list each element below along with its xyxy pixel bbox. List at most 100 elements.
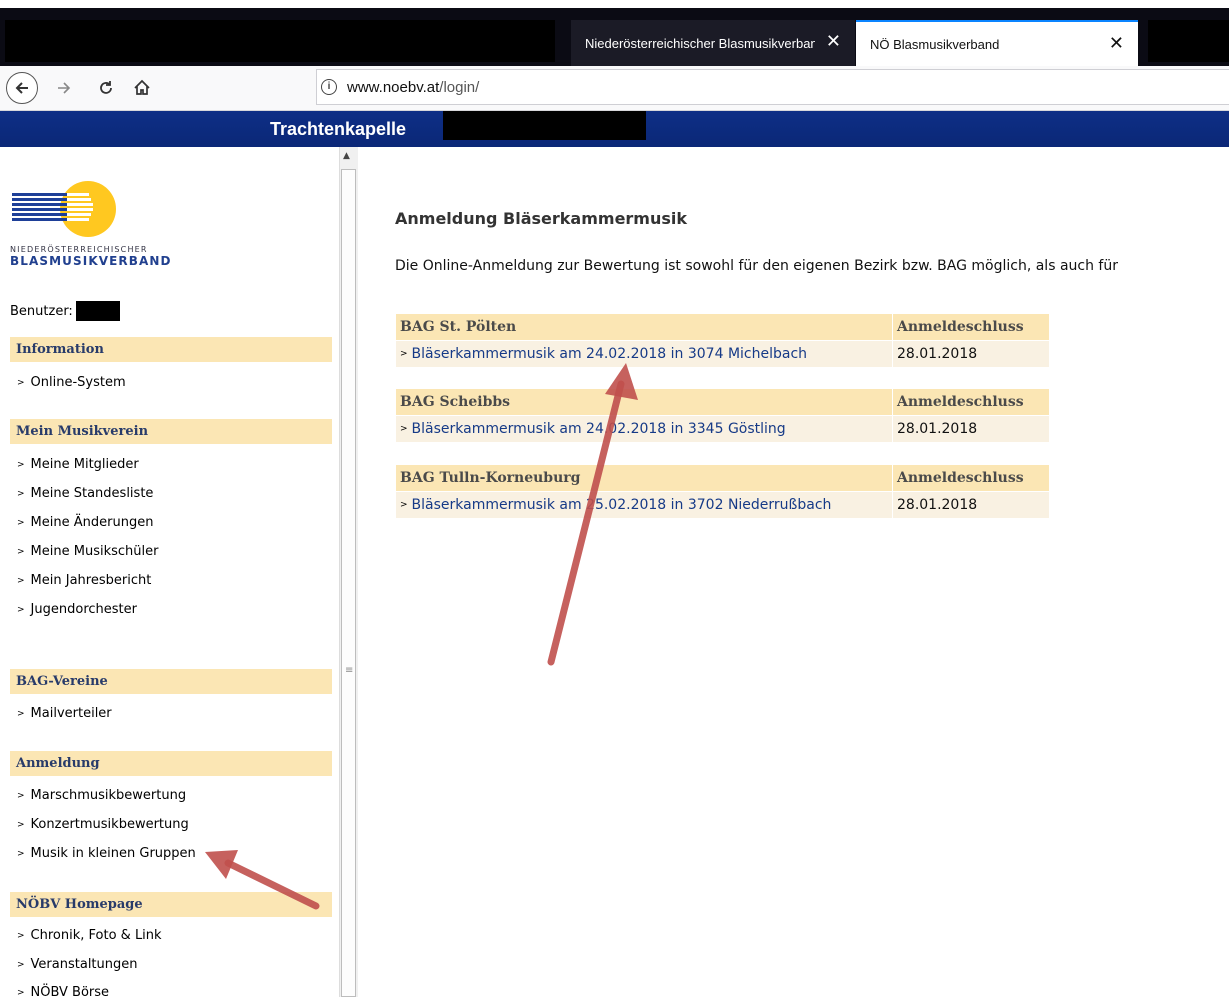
reload-icon[interactable]	[92, 74, 120, 102]
event-link[interactable]: > Bläserkammermusik am 24.02.2018 in 3345…	[396, 416, 892, 442]
browser-tab-2-active[interactable]: NÖ Blasmusikverband ✕	[856, 20, 1138, 66]
sidebar: NIEDERÖSTERREICHISCHER BLASMUSIKVERBAND …	[0, 147, 340, 1000]
bullet-arrow-icon: >	[17, 547, 25, 557]
sidebar-item-label: Mailverteiler	[30, 706, 112, 721]
sidebar-item-musik-in-kleinen-gruppen[interactable]: > Musik in kleinen Gruppen	[17, 846, 196, 861]
bag-table-tulln-korneuburg: BAG Tulln-Korneuburg Anmeldeschluss > Blä…	[395, 464, 1050, 519]
redacted-area	[5, 20, 555, 62]
bullet-arrow-icon: >	[17, 460, 25, 470]
logo-text-line1: NIEDERÖSTERREICHISCHER	[10, 245, 148, 254]
address-bar[interactable]: i www.noebv.at/login/	[316, 69, 1229, 105]
bag-name: BAG St. Pölten	[396, 314, 892, 340]
bag-table-st-poelten: BAG St. Pölten Anmeldeschluss > Bläserkam…	[395, 313, 1050, 368]
section-noebv-homepage: NÖBV Homepage	[10, 892, 332, 917]
sidebar-item-label: Chronik, Foto & Link	[30, 928, 162, 943]
window-top-strip	[0, 0, 1229, 8]
url-host: www.noebv.at	[347, 78, 440, 96]
site-title: Trachtenkapelle	[270, 119, 407, 139]
sidebar-item-label: Online-System	[30, 375, 126, 390]
sidebar-item-meine-standesliste[interactable]: > Meine Standesliste	[17, 486, 153, 501]
sidebar-item-noebv-boerse[interactable]: > NÖBV Börse	[17, 985, 109, 1000]
bullet-arrow-icon: >	[17, 791, 25, 801]
bag-table-scheibbs: BAG Scheibbs Anmeldeschluss > Bläserkamme…	[395, 388, 1050, 443]
logo-text-line2: BLASMUSIKVERBAND	[10, 254, 172, 268]
sidebar-item-label: Meine Änderungen	[30, 515, 154, 530]
deadline-date: 28.01.2018	[893, 416, 1049, 442]
tab-title: NÖ Blasmusikverband	[870, 36, 1000, 52]
sidebar-item-jugendorchester[interactable]: > Jugendorchester	[17, 602, 137, 617]
event-link[interactable]: > Bläserkammermusik am 25.02.2018 in 3702…	[396, 492, 892, 518]
tab-title: Niederösterreichischer Blasmusikverband	[585, 35, 815, 51]
sidebar-item-label: Musik in kleinen Gruppen	[30, 846, 196, 861]
user-row: Benutzer:	[10, 301, 120, 321]
bullet-arrow-icon: >	[17, 960, 25, 970]
bullet-arrow-icon: >	[17, 849, 25, 859]
bullet-arrow-icon: >	[17, 378, 25, 388]
bullet-arrow-icon: >	[17, 709, 25, 719]
sidebar-item-meine-aenderungen[interactable]: > Meine Änderungen	[17, 515, 153, 530]
event-label: Bläserkammermusik am 25.02.2018 in 3702 …	[411, 497, 832, 513]
bullet-arrow-icon: >	[400, 424, 408, 434]
browser-nav-bar: i www.noebv.at/login/	[0, 66, 1229, 111]
sidebar-item-label: Meine Standesliste	[30, 486, 154, 501]
browser-tab-bar: Niederösterreichischer Blasmusikverband …	[0, 0, 1229, 66]
sidebar-item-marschmusikbewertung[interactable]: > Marschmusikbewertung	[17, 788, 186, 803]
back-arrow-icon[interactable]	[6, 72, 38, 104]
intro-text: Die Online-Anmeldung zur Bewertung ist s…	[395, 258, 1118, 274]
sidebar-item-konzertmusikbewertung[interactable]: > Konzertmusikbewertung	[17, 817, 189, 832]
sidebar-item-meine-musikschueler[interactable]: > Meine Musikschüler	[17, 544, 158, 559]
sidebar-item-label: Meine Mitglieder	[30, 457, 139, 472]
sidebar-item-label: NÖBV Börse	[30, 985, 110, 1000]
section-information: Information	[10, 337, 332, 362]
sidebar-item-label: Jugendorchester	[30, 602, 137, 617]
sidebar-item-label: Mein Jahresbericht	[30, 573, 152, 588]
user-label: Benutzer:	[10, 303, 73, 319]
bullet-arrow-icon: >	[400, 500, 408, 510]
close-tab-icon[interactable]: ✕	[1109, 34, 1124, 52]
bullet-arrow-icon: >	[17, 605, 25, 615]
sidebar-item-mein-jahresbericht[interactable]: > Mein Jahresbericht	[17, 573, 151, 588]
scrollbar-thumb[interactable]: ≡	[341, 169, 356, 997]
event-label: Bläserkammermusik am 24.02.2018 in 3074 …	[411, 346, 808, 362]
site-info-icon[interactable]: i	[321, 79, 337, 95]
sidebar-item-mailverteiler[interactable]: > Mailverteiler	[17, 706, 112, 721]
deadline-header: Anmeldeschluss	[893, 465, 1049, 491]
sidebar-item-label: Veranstaltungen	[30, 957, 138, 972]
sidebar-item-chronik[interactable]: > Chronik, Foto & Link	[17, 928, 162, 943]
bullet-arrow-icon: >	[17, 931, 25, 941]
deadline-header: Anmeldeschluss	[893, 314, 1049, 340]
event-link[interactable]: > Bläserkammermusik am 24.02.2018 in 3074…	[396, 341, 892, 367]
sidebar-scrollbar[interactable]: ▲ ≡	[339, 147, 358, 997]
home-icon[interactable]	[128, 74, 156, 102]
sidebar-item-online-system[interactable]: > Online-System	[17, 375, 126, 390]
scroll-up-arrow-icon[interactable]: ▲	[343, 151, 350, 161]
bullet-arrow-icon: >	[400, 349, 408, 359]
url-path: /login/	[439, 78, 480, 96]
redacted-username	[75, 301, 120, 321]
bullet-arrow-icon: >	[17, 489, 25, 499]
bullet-arrow-icon: >	[17, 518, 25, 528]
bullet-arrow-icon: >	[17, 820, 25, 830]
sidebar-item-label: Meine Musikschüler	[30, 544, 159, 559]
section-anmeldung: Anmeldung	[10, 751, 332, 776]
close-tab-icon[interactable]: ✕	[826, 32, 841, 50]
bag-name: BAG Scheibbs	[396, 389, 892, 415]
section-mein-musikverein: Mein Musikverein	[10, 419, 332, 444]
redacted-area	[1148, 20, 1229, 62]
forward-arrow-icon[interactable]	[50, 74, 78, 102]
main-content: Anmeldung Bläserkammermusik Die Online-A…	[357, 147, 1229, 997]
deadline-date: 28.01.2018	[893, 341, 1049, 367]
site-header: Trachtenkapelle	[0, 111, 1229, 147]
page-title: Anmeldung Bläserkammermusik	[395, 209, 688, 228]
deadline-header: Anmeldeschluss	[893, 389, 1049, 415]
deadline-date: 28.01.2018	[893, 492, 1049, 518]
bullet-arrow-icon: >	[17, 576, 25, 586]
section-bag-vereine: BAG-Vereine	[10, 669, 332, 694]
redacted-area	[443, 111, 646, 140]
sidebar-item-label: Marschmusikbewertung	[30, 788, 187, 803]
browser-tab-1[interactable]: Niederösterreichischer Blasmusikverband …	[571, 20, 855, 66]
sidebar-item-veranstaltungen[interactable]: > Veranstaltungen	[17, 957, 138, 972]
sidebar-item-label: Konzertmusikbewertung	[30, 817, 189, 832]
sidebar-item-meine-mitglieder[interactable]: > Meine Mitglieder	[17, 457, 139, 472]
scroll-grip-icon: ≡	[345, 665, 354, 676]
